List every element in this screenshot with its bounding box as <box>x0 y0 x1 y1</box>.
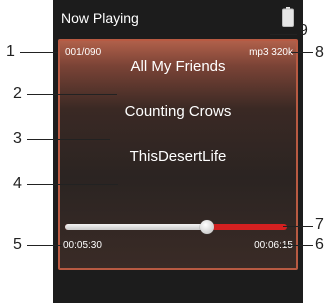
callout-line-1 <box>20 52 58 53</box>
callout-8: 8 <box>315 44 324 61</box>
progress-bar[interactable] <box>65 220 287 234</box>
track-number: 001/090 <box>65 47 102 58</box>
audio-format: mp3 320k <box>249 47 293 58</box>
song-title: All My Friends <box>130 58 226 75</box>
callout-9: 9 <box>299 22 308 39</box>
callout-2: 2 <box>13 85 22 102</box>
callout-5: 5 <box>13 236 22 253</box>
battery-icon <box>282 7 294 32</box>
callout-1: 1 <box>6 43 15 60</box>
callout-line-8 <box>291 52 313 53</box>
elapsed-time: 00:05:30 <box>63 240 102 251</box>
player-screen: Now Playing 001/090 mp3 320k All My Frie… <box>53 0 303 303</box>
callout-4: 4 <box>13 175 22 192</box>
callout-line-3 <box>27 139 110 140</box>
progress-elapsed <box>65 224 208 230</box>
callout-6: 6 <box>315 236 324 253</box>
callout-line-6 <box>283 245 313 246</box>
callout-line-9 <box>270 34 297 35</box>
screen-title: Now Playing <box>61 10 139 26</box>
now-playing-panel: 001/090 mp3 320k All My Friends Counting… <box>58 39 298 270</box>
callout-3: 3 <box>13 130 22 147</box>
callout-7: 7 <box>315 216 324 233</box>
artist-name: Counting Crows <box>124 103 232 120</box>
callout-line-2 <box>27 94 117 95</box>
progress-knob[interactable] <box>200 220 215 234</box>
album-name: ThisDesertLife <box>129 148 227 165</box>
callout-line-4 <box>27 184 118 185</box>
callout-line-7 <box>283 226 313 227</box>
callout-line-5 <box>27 245 62 246</box>
